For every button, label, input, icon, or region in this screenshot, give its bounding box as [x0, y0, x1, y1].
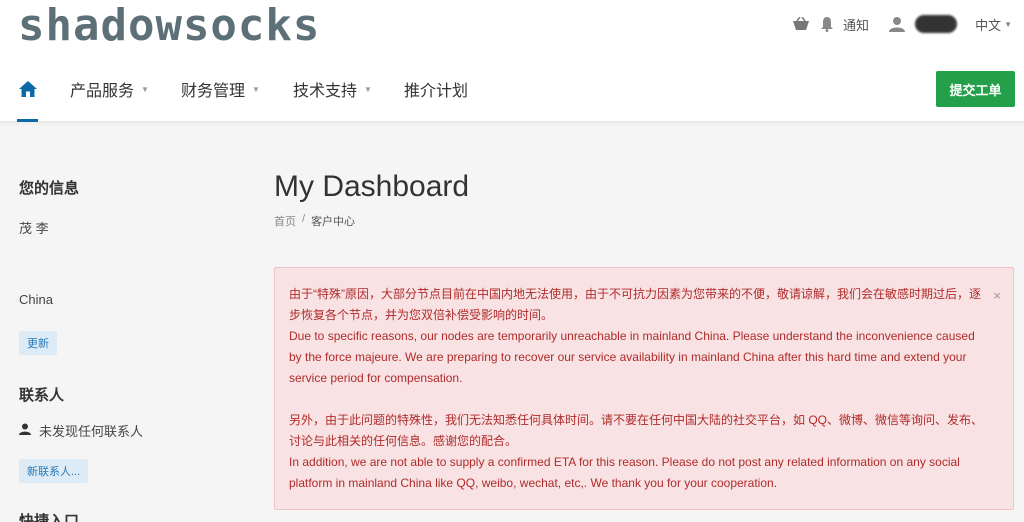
- nav-item-billing[interactable]: 财务管理 ▼: [181, 78, 260, 100]
- update-info-button[interactable]: 更新: [19, 331, 57, 355]
- new-contact-button[interactable]: 新联系人...: [19, 459, 89, 483]
- no-contacts-row: 未发现任何联系人: [19, 421, 143, 440]
- alert-paragraph-1-en: Due to specific reasons, our nodes are t…: [289, 329, 975, 385]
- client-country: China: [19, 292, 53, 307]
- nav-item-products[interactable]: 产品服务 ▼: [70, 78, 149, 100]
- nav-item-affiliates[interactable]: 推介计划: [404, 78, 468, 100]
- notifications-link[interactable]: 通知: [843, 15, 869, 34]
- basket-icon[interactable]: [791, 14, 811, 34]
- close-icon[interactable]: ×: [993, 285, 1001, 306]
- site-logo[interactable]: shadowsocks: [18, 2, 320, 50]
- main-navbar: 产品服务 ▼ 财务管理 ▼ 技术支持 ▼ 推介计划 提交工单: [0, 56, 1024, 122]
- contacts-heading: 联系人: [19, 387, 65, 404]
- language-selector[interactable]: 中文 ▼: [975, 15, 1012, 34]
- nav-item-support[interactable]: 技术支持 ▼: [293, 78, 372, 100]
- sidebar: 您的信息 茂 李 China 更新 联系人 未发现任何联系人 新联系人... 快…: [0, 123, 250, 522]
- nav-item-label: 推介计划: [404, 83, 469, 100]
- your-info-heading: 您的信息: [19, 180, 80, 197]
- breadcrumb-separator: /: [302, 213, 306, 225]
- bell-icon[interactable]: [817, 14, 837, 34]
- service-alert: × 由于“特殊”原因，大部分节点目前在中国内地无法使用，由于不可抗力因素为您带来…: [274, 267, 1014, 510]
- home-icon[interactable]: [18, 80, 38, 98]
- user-icon[interactable]: [887, 14, 907, 34]
- nav-item-label: 财务管理: [181, 83, 246, 100]
- chevron-down-icon: ▼: [141, 84, 149, 94]
- alert-paragraph-1-zh: 由于“特殊”原因，大部分节点目前在中国内地无法使用，由于不可抗力因素为您带来的不…: [289, 287, 981, 322]
- top-header: shadowsocks 通知 中文 ▼: [0, 0, 1024, 56]
- chevron-down-icon: ▼: [252, 84, 260, 94]
- alert-paragraph-2-en: In addition, we are not able to supply a…: [289, 455, 960, 490]
- client-name: 茂 李: [19, 221, 49, 236]
- nav-item-label: 技术支持: [293, 83, 358, 100]
- chevron-down-icon: ▼: [1004, 19, 1012, 29]
- submit-ticket-button[interactable]: 提交工单: [936, 71, 1015, 107]
- breadcrumb-current: 客户中心: [311, 216, 356, 228]
- header-actions: 通知 中文 ▼: [791, 12, 1012, 36]
- no-contacts-text: 未发现任何联系人: [39, 424, 144, 439]
- active-nav-indicator: [17, 119, 38, 122]
- shortcuts-heading: 快捷入口: [19, 513, 80, 522]
- chevron-down-icon: ▼: [364, 84, 372, 94]
- alert-paragraph-2-zh: 另外，由于此问题的特殊性，我们无法知悉任何具体时间。请不要在任何中国大陆的社交平…: [289, 413, 984, 448]
- user-icon: [19, 423, 31, 438]
- nav-item-label: 产品服务: [70, 83, 135, 100]
- breadcrumb: 首页 / 客户中心: [274, 213, 355, 229]
- alert-spacer: [289, 389, 989, 410]
- redacted-username[interactable]: [915, 15, 958, 33]
- breadcrumb-home-link[interactable]: 首页: [274, 213, 296, 229]
- language-label: 中文: [975, 17, 1002, 33]
- page-title: My Dashboard: [274, 170, 470, 203]
